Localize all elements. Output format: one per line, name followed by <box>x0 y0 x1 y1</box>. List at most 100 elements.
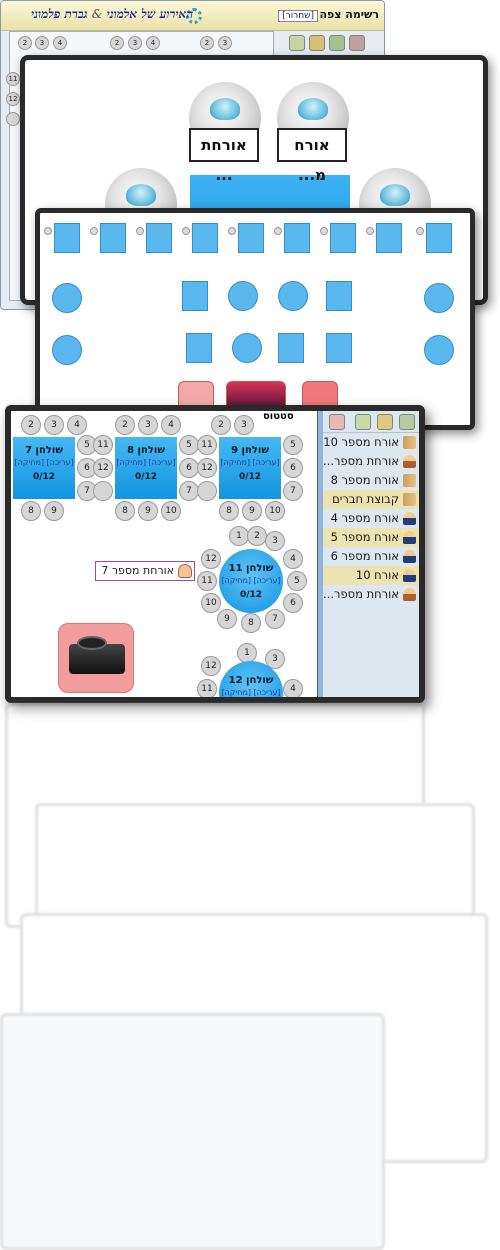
seat[interactable]: 11 <box>197 571 217 591</box>
seat[interactable]: 10 <box>161 501 181 521</box>
mini-seat <box>274 227 282 235</box>
tool-icon[interactable] <box>289 35 305 51</box>
guest-list-item[interactable]: אורח מספר 5 <box>323 528 419 547</box>
seat[interactable]: 12 <box>197 458 217 478</box>
seat[interactable]: 8 <box>115 501 135 521</box>
seat[interactable]: 10 <box>265 501 285 521</box>
tool-icon[interactable] <box>329 35 345 51</box>
add-guest-icon[interactable] <box>377 414 393 430</box>
seat[interactable]: 4 <box>67 415 87 435</box>
turntable-icon[interactable] <box>58 623 134 693</box>
mini-table[interactable] <box>284 223 310 253</box>
guest-list-item[interactable]: אורח מספר 6 <box>323 547 419 566</box>
seat[interactable]: 8 <box>21 501 41 521</box>
seat[interactable]: 2 <box>247 526 267 546</box>
table-7[interactable]: שולחן 7 [עריכה] [מחיקה] 0/12 <box>13 437 75 499</box>
mini-table[interactable] <box>330 223 356 253</box>
table-actions[interactable]: [עריכה] [מחיקה] <box>219 688 283 697</box>
seat[interactable] <box>93 481 113 501</box>
chair-guest-label: אורח מ... <box>277 128 347 184</box>
guest-list-item-label: אורחת מספר... <box>323 587 399 601</box>
table-actions[interactable]: [עריכה] [מחיקה] <box>219 458 281 467</box>
guest-list-item[interactable]: אורח מספר 8 <box>323 471 419 490</box>
seat[interactable]: 7 <box>179 481 199 501</box>
seat[interactable]: 10 <box>201 593 221 613</box>
mini-table[interactable] <box>182 281 208 311</box>
seat[interactable]: 11 <box>93 435 113 455</box>
seat[interactable]: 9 <box>44 501 64 521</box>
seat[interactable]: 4 <box>283 679 303 697</box>
table-name: שולחן 12 <box>228 675 274 686</box>
mini-table[interactable] <box>192 223 218 253</box>
mini-table[interactable] <box>100 223 126 253</box>
seat[interactable]: 7 <box>265 609 285 629</box>
release-link[interactable]: [שחרור] <box>278 10 318 22</box>
seat[interactable]: 6 <box>283 458 303 478</box>
seat[interactable]: 5 <box>283 435 303 455</box>
mini-table[interactable] <box>186 333 212 363</box>
floating-guest-card[interactable]: אורחת מספר 7 <box>95 561 195 581</box>
seat[interactable]: 9 <box>242 501 262 521</box>
guest-list-item[interactable]: אורח מספר 4 <box>323 509 419 528</box>
mini-table-round[interactable] <box>424 335 454 365</box>
table-actions[interactable]: [עריכה] [מחיקה] <box>219 576 283 585</box>
table-icon[interactable] <box>399 414 415 430</box>
seat[interactable]: 3 <box>138 415 158 435</box>
mini-table[interactable] <box>238 223 264 253</box>
mini-table[interactable] <box>146 223 172 253</box>
seat[interactable]: 8 <box>241 613 261 633</box>
mini-table[interactable] <box>426 223 452 253</box>
seat[interactable]: 11 <box>197 679 217 697</box>
seat[interactable]: 4 <box>161 415 181 435</box>
seat[interactable]: 6 <box>283 593 303 613</box>
table-9[interactable]: שולחן 9 [עריכה] [מחיקה] 0/12 <box>219 437 281 499</box>
mini-table[interactable] <box>54 223 80 253</box>
seat[interactable]: 8 <box>219 501 239 521</box>
table-actions[interactable]: [עריכה] [מחיקה] <box>115 458 177 467</box>
mini-table-round[interactable] <box>52 335 82 365</box>
mini-table-round[interactable] <box>424 283 454 313</box>
seat[interactable]: 12 <box>201 656 221 676</box>
mini-table[interactable] <box>326 281 352 311</box>
seat[interactable]: 1 <box>237 643 257 663</box>
seat[interactable]: 2 <box>21 415 41 435</box>
seat[interactable] <box>197 481 217 501</box>
guest-list-item[interactable]: אורח מספר 10 <box>323 433 419 452</box>
seat[interactable]: 9 <box>138 501 158 521</box>
seat[interactable]: 3 <box>234 415 254 435</box>
tool-icon[interactable] <box>309 35 325 51</box>
seat[interactable]: 5 <box>179 435 199 455</box>
seat[interactable]: 12 <box>93 458 113 478</box>
mini-table[interactable] <box>278 333 304 363</box>
guest-list-item[interactable]: אורח 10 <box>323 566 419 585</box>
mini-table-round[interactable] <box>228 281 258 311</box>
mini-table-round[interactable] <box>278 281 308 311</box>
seat[interactable]: 2 <box>115 415 135 435</box>
seat[interactable]: 1 <box>229 526 249 546</box>
seat[interactable]: 4 <box>283 549 303 569</box>
table-8[interactable]: שולחן 8 [עריכה] [מחיקה] 0/12 <box>115 437 177 499</box>
delete-icon[interactable] <box>329 414 345 430</box>
guest-list-item[interactable]: קבוצת חברים <box>323 490 419 509</box>
mini-seat <box>182 227 190 235</box>
seat[interactable]: 9 <box>217 609 237 629</box>
seat[interactable]: 12 <box>201 549 221 569</box>
tool-icon[interactable] <box>349 35 365 51</box>
guest-list-item[interactable]: אורחת מספר... <box>323 585 419 604</box>
mini-table[interactable] <box>326 333 352 363</box>
seat[interactable]: 3 <box>44 415 64 435</box>
mini-table-round[interactable] <box>52 283 82 313</box>
seat[interactable]: 7 <box>283 481 303 501</box>
seat[interactable]: 3 <box>265 531 285 551</box>
status-label: סטטוס <box>263 411 294 422</box>
table-11[interactable]: שולחן 11 [עריכה] [מחיקה] 0/12 <box>219 549 283 613</box>
add-group-icon[interactable] <box>355 414 371 430</box>
seat[interactable]: 2 <box>211 415 231 435</box>
seat[interactable]: 5 <box>287 571 307 591</box>
seat[interactable]: 11 <box>197 435 217 455</box>
guest-list-item[interactable]: אורחת מספר... <box>323 452 419 471</box>
table-actions[interactable]: [עריכה] [מחיקה] <box>13 458 75 467</box>
mini-table-round[interactable] <box>232 333 262 363</box>
mini-table[interactable] <box>376 223 402 253</box>
seat[interactable]: 6 <box>179 458 199 478</box>
